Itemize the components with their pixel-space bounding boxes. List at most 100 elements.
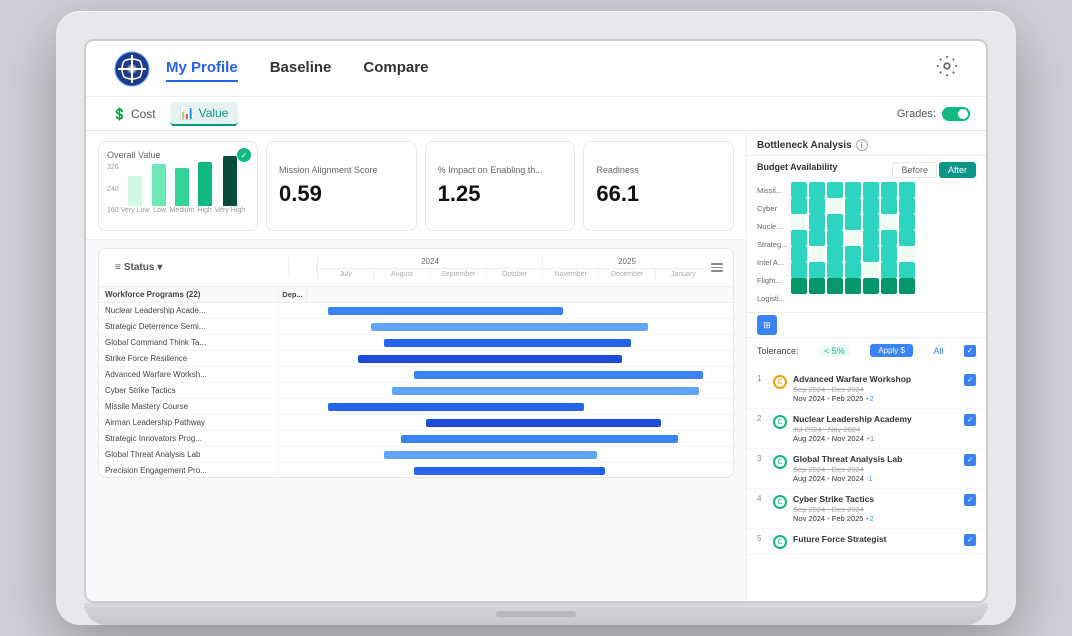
impact-value: 1.25 [438,181,563,207]
before-btn[interactable]: Before [892,162,937,178]
program-checkbox[interactable]: ✓ [964,374,976,386]
apply-button[interactable]: Apply $ [870,344,913,357]
mission-alignment-card: Mission Alignment Score 0.59 [266,141,417,231]
program-name: Nuclear Leadership Academy [793,414,958,424]
heatmap-cell [881,278,897,294]
gantt-bars-area [307,303,733,319]
metrics-row: Overall Value ✓ 320 240 160 [86,131,746,240]
list-icon: ≡ [115,262,121,273]
heatmap-cell [809,198,825,214]
readiness-card: Readiness 66.1 [583,141,734,231]
gantt-bar [328,403,584,411]
heatmap-cell [827,214,843,230]
heatmap-cell [809,262,825,278]
program-checkbox[interactable]: ✓ [964,534,976,546]
heatmap-cell [881,230,897,246]
heatmap-row [791,198,976,214]
program-checkbox[interactable]: ✓ [964,414,976,426]
heatmap-cell [809,182,825,198]
program-name: Advanced Warfare Workshop [793,374,958,384]
hamburger-icon[interactable] [711,263,723,272]
all-link[interactable]: All [933,346,943,356]
tab-value-label: Value [199,106,229,120]
program-list[interactable]: 1 C Advanced Warfare Workshop Sep 2024 -… [747,369,986,601]
program-name: Global Threat Analysis Lab [793,454,958,464]
heatmap-container: Missil...CyberNucle...Strateg...Intel A.… [757,182,976,306]
program-circle: C [773,455,787,469]
program-checkbox[interactable]: ✓ [964,494,976,506]
tab-bar: 💲 Cost 📊 Value Grades: [86,97,986,131]
gantt-row[interactable]: Global Threat Analysis Lab [99,447,733,463]
gantt-row-name: Missile Mastery Course [99,402,279,411]
gantt-header: ≡ Status ▾ 2024 2025 [99,249,733,287]
nav-my-profile[interactable]: My Profile [166,55,238,82]
tolerance-checkbox[interactable]: ✓ [964,345,976,357]
program-info: Global Threat Analysis Lab Sep 2024 - De… [793,454,958,483]
program-item[interactable]: 3 C Global Threat Analysis Lab Sep 2024 … [747,449,986,489]
dep-header: Dep... [279,287,307,302]
left-panel: Overall Value ✓ 320 240 160 [86,131,746,601]
program-checkbox[interactable]: ✓ [964,454,976,466]
status-dropdown[interactable]: ≡ Status ▾ [115,262,282,273]
overall-value-card: Overall Value ✓ 320 240 160 [98,141,258,231]
tab-value[interactable]: 📊 Value [170,102,239,126]
program-item[interactable]: 4 C Cyber Strike Tactics Sep 2024 - Dec … [747,489,986,529]
bar-medium: Medium [169,168,194,214]
heatmap-cell [899,182,915,198]
heatmap-cell [827,262,843,278]
program-item[interactable]: 1 C Advanced Warfare Workshop Sep 2024 -… [747,369,986,409]
info-icon[interactable]: i [856,139,868,151]
tab-cost[interactable]: 💲 Cost [102,103,166,125]
heatmap-cell [863,198,879,214]
heatmap-row-label: Strateg... [757,236,787,252]
before-after-btns: Before After [892,162,976,178]
gantt-bar [358,355,622,363]
gantt-row[interactable]: Global Command Think Ta... [99,335,733,351]
program-num: 4 [757,494,767,503]
heatmap-cell [899,230,915,246]
heatmap-row-label: Nucle... [757,218,787,234]
nav-compare[interactable]: Compare [363,55,428,82]
gantt-row-name: Strike Force Resilience [99,354,279,363]
bottleneck-title: Bottleneck Analysis [757,140,852,151]
gantt-row[interactable]: Advanced Warfare Worksh... [99,367,733,383]
budget-section: Budget Availability Before After Missil.… [747,156,986,312]
program-circle: C [773,375,787,389]
grades-switch[interactable] [942,107,970,121]
gantt-row[interactable]: Strike Force Resilience [99,351,733,367]
gantt-row[interactable]: Missile Mastery Course [99,399,733,415]
after-btn[interactable]: After [939,162,976,178]
gantt-row-name: Strategic Deterrence Semi... [99,322,279,331]
top-nav: My Profile Baseline Compare [86,41,986,97]
gantt-row[interactable]: Nuclear Leadership Acade... [99,303,733,319]
tolerance-header: Tolerance: < 5% Apply $ All ✓ [757,344,976,357]
program-item[interactable]: 2 C Nuclear Leadership Academy Jul 2024 … [747,409,986,449]
check-badge: ✓ [237,148,251,162]
month-jan: January [655,269,711,280]
gantt-row[interactable]: Strategic Innovators Prog... [99,431,733,447]
heatmap-row-label: Logisti... [757,290,787,306]
nav-baseline[interactable]: Baseline [270,55,332,82]
month-sep: September [430,269,486,280]
gantt-bar [328,307,562,315]
heatmap-cell [845,278,861,294]
scan-icon[interactable]: ⊞ [757,315,777,335]
program-item[interactable]: 5 C Future Force Strategist ✓ [747,529,986,555]
program-num: 1 [757,374,767,383]
gantt-row[interactable]: Airman Leadership Pathway [99,415,733,431]
gantt-row-name: Cyber Strike Tactics [99,386,279,395]
gantt-bars-area [307,431,733,447]
gantt-row[interactable]: Strategic Deterrence Semi... [99,319,733,335]
gantt-body[interactable]: Nuclear Leadership Acade... Strategic De… [99,303,733,478]
gantt-row[interactable]: Cyber Strike Tactics [99,383,733,399]
heatmap-cell [827,198,843,214]
gantt-bar [392,387,699,395]
nav-items: My Profile Baseline Compare [166,55,428,82]
program-circle: C [773,415,787,429]
heatmap-row [791,262,976,278]
main-content: Overall Value ✓ 320 240 160 [86,131,986,601]
right-panel: Bottleneck Analysis i Budget Availabilit… [746,131,986,601]
heatmap-cell [791,230,807,246]
settings-icon[interactable] [936,55,958,83]
gantt-row[interactable]: Precision Engagement Pro... [99,463,733,478]
